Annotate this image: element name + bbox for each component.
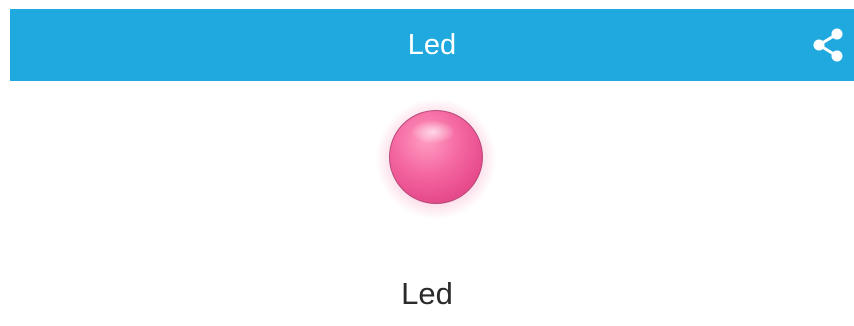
screen: Led Led (0, 0, 854, 326)
led-indicator[interactable] (375, 98, 497, 220)
app-title: Led (407, 29, 457, 61)
led-bulb-icon (389, 110, 483, 204)
led-highlight (412, 121, 454, 143)
share-button[interactable] (808, 25, 848, 65)
led-label: Led (401, 276, 453, 311)
status-strip (0, 0, 854, 9)
share-icon (813, 28, 843, 62)
app-bar: Led (10, 9, 854, 81)
